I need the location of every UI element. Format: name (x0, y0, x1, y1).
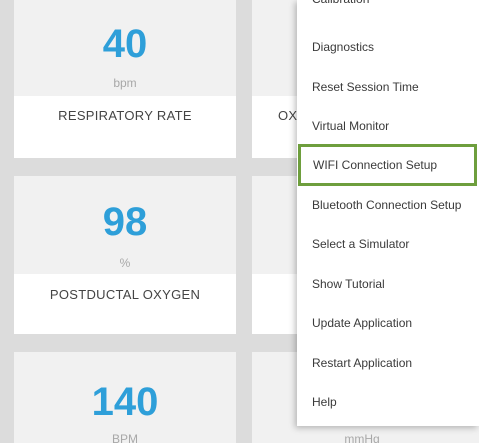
vital-tile-heart-rate[interactable]: 140 BPM (14, 352, 236, 443)
blood-pressure-unit: mmHg (344, 432, 380, 443)
vital-tile-postductal-oxygen[interactable]: 98 % POSTDUCTAL OXYGEN (14, 176, 236, 334)
postductal-oxygen-unit: % (119, 256, 131, 270)
menu-item-diagnostics[interactable]: Diagnostics (297, 28, 479, 66)
vital-tile-respiratory-rate[interactable]: 40 bpm RESPIRATORY RATE (14, 0, 236, 158)
heart-rate-unit: BPM (111, 432, 138, 443)
respiratory-rate-value: 40 (102, 22, 148, 66)
menu-item-virtual-monitor[interactable]: Virtual Monitor (297, 107, 479, 145)
menu-item-select-a-simulator[interactable]: Select a Simulator (297, 225, 479, 263)
heart-rate-value: 140 (91, 380, 159, 424)
menu-item-update-application[interactable]: Update Application (297, 304, 479, 342)
overflow-menu: Calibration Diagnostics Reset Session Ti… (297, 0, 479, 426)
respiratory-rate-unit: bpm (113, 76, 137, 90)
menu-item-wifi-connection-setup[interactable]: WIFI Connection Setup (298, 144, 477, 186)
postductal-oxygen-label: POSTDUCTAL OXYGEN (49, 287, 201, 302)
respiratory-rate-label: RESPIRATORY RATE (58, 108, 192, 123)
menu-item-reset-session-time[interactable]: Reset Session Time (297, 68, 479, 106)
menu-item-bluetooth-connection-setup[interactable]: Bluetooth Connection Setup (297, 186, 479, 224)
menu-item-calibration[interactable]: Calibration (297, 0, 479, 18)
respiratory-rate-label-band: RESPIRATORY RATE (14, 96, 236, 158)
postductal-oxygen-label-band: POSTDUCTAL OXYGEN (14, 274, 236, 334)
postductal-oxygen-value: 98 (102, 200, 148, 244)
menu-item-restart-application[interactable]: Restart Application (297, 344, 479, 382)
menu-item-show-tutorial[interactable]: Show Tutorial (297, 265, 479, 303)
menu-item-help[interactable]: Help (297, 383, 479, 421)
